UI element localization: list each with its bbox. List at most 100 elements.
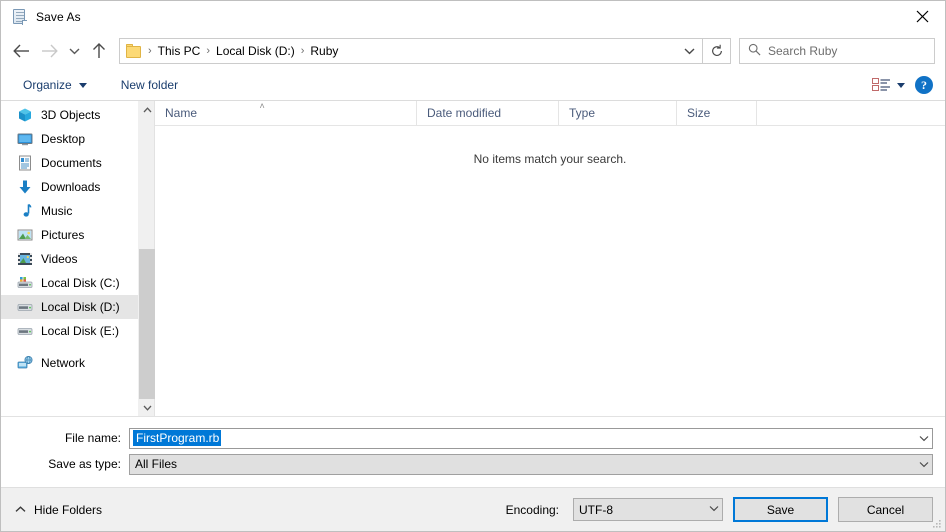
sidebar-item-3d-objects[interactable]: 3D Objects: [1, 103, 138, 127]
file-name-input[interactable]: FirstProgram.rb: [129, 427, 933, 449]
main-area: 3D Objects Desktop Documents Downloads M…: [1, 100, 945, 416]
address-bar[interactable]: › This PC › Local Disk (D:) › Ruby: [119, 38, 703, 64]
breadcrumb-separator-2: ›: [300, 45, 305, 57]
sidebar-item-local-disk-e[interactable]: Local Disk (E:): [1, 319, 138, 343]
file-name-label: File name:: [64, 431, 121, 445]
file-name-value: FirstProgram.rb: [133, 430, 222, 446]
back-button[interactable]: [7, 36, 35, 66]
close-button[interactable]: [899, 1, 945, 32]
sidebar-item-videos[interactable]: Videos: [1, 247, 138, 271]
refresh-icon: [711, 44, 722, 56]
column-header-name[interactable]: ˄ Name: [155, 100, 417, 126]
recent-locations-button[interactable]: [63, 36, 85, 66]
title-bar: Save As: [1, 1, 945, 32]
column-header-size[interactable]: Size: [677, 100, 757, 126]
sidebar-item-label: Downloads: [41, 180, 101, 194]
scrollbar-thumb[interactable]: [139, 249, 155, 399]
pictures-icon: [17, 227, 33, 243]
encoding-label: Encoding:: [505, 502, 559, 517]
chevron-up-icon: [15, 506, 26, 512]
list-view-icon: [872, 78, 890, 91]
toolbar-right-group: ?: [872, 70, 933, 100]
file-name-dropdown-button[interactable]: [915, 429, 932, 448]
view-options-button[interactable]: [872, 78, 905, 92]
file-list-pane: ˄ Name Date modified Type Size No items …: [155, 100, 945, 416]
organize-button[interactable]: Organize: [15, 75, 95, 95]
breadcrumb-separator-0: ›: [148, 45, 152, 57]
music-icon: [17, 203, 33, 219]
sidebar-item-desktop[interactable]: Desktop: [1, 127, 138, 151]
breadcrumb-item-this-pc[interactable]: This PC: [154, 43, 205, 59]
sidebar-item-label: 3D Objects: [41, 108, 101, 122]
search-input[interactable]: Search Ruby: [739, 38, 935, 64]
scroll-up-button[interactable]: [139, 101, 155, 118]
chevron-down-icon: [919, 461, 928, 467]
encoding-dropdown-button[interactable]: [705, 499, 722, 518]
save-as-type-dropdown-button[interactable]: [915, 455, 932, 474]
help-icon: ?: [921, 77, 927, 92]
column-header-filler: [757, 101, 945, 126]
column-label: Date modified: [427, 106, 502, 120]
column-label: Type: [569, 106, 596, 120]
command-toolbar: Organize New folder ?: [1, 70, 945, 100]
column-label: Name: [165, 106, 198, 120]
sidebar-item-music[interactable]: Music: [1, 199, 138, 223]
hide-folders-label: Hide Folders: [34, 502, 103, 517]
save-button[interactable]: Save: [733, 497, 828, 522]
cancel-button[interactable]: Cancel: [838, 497, 933, 522]
navigation-pane: 3D Objects Desktop Documents Downloads M…: [1, 101, 138, 416]
address-dropdown-button[interactable]: [676, 39, 702, 63]
sidebar-item-label: Music: [41, 204, 73, 218]
search-icon: [748, 43, 761, 59]
chevron-down-icon: [897, 82, 905, 88]
documents-icon: [17, 155, 33, 171]
save-as-type-select[interactable]: All Files: [129, 453, 933, 475]
sidebar-item-label: Pictures: [41, 228, 85, 242]
sidebar-item-local-disk-d[interactable]: Local Disk (D:): [1, 295, 138, 319]
scroll-down-button[interactable]: [139, 399, 155, 416]
sidebar-item-label: Videos: [41, 252, 78, 266]
cancel-label: Cancel: [866, 502, 905, 517]
folder-icon: [126, 44, 143, 58]
column-label: Size: [687, 106, 711, 120]
sidebar-item-local-disk-c[interactable]: Local Disk (C:): [1, 271, 138, 295]
help-button[interactable]: ?: [915, 76, 933, 94]
breadcrumb-separator-1: ›: [206, 45, 211, 57]
chevron-down-icon: [78, 82, 87, 88]
videos-icon: [17, 251, 33, 267]
forward-arrow-icon: [41, 44, 58, 58]
sidebar-scrollbar[interactable]: [138, 101, 155, 416]
save-as-type-value: All Files: [135, 457, 178, 471]
drive-icon: [17, 299, 33, 315]
sidebar-item-downloads[interactable]: Downloads: [1, 175, 138, 199]
window-title: Save As: [36, 9, 81, 24]
sort-ascending-icon: ˄: [259, 100, 265, 111]
forward-button[interactable]: [35, 36, 63, 66]
breadcrumb: › This PC › Local Disk (D:) › Ruby: [120, 43, 676, 59]
navigation-bar: › This PC › Local Disk (D:) › Ruby Searc…: [1, 32, 945, 70]
system-drive-icon: [17, 275, 33, 291]
sidebar-item-documents[interactable]: Documents: [1, 151, 138, 175]
save-as-type-label: Save as type:: [48, 457, 121, 471]
new-folder-button[interactable]: New folder: [113, 75, 186, 95]
encoding-select[interactable]: UTF-8: [573, 498, 723, 521]
close-icon: [916, 10, 928, 23]
footer-actions: Encoding: UTF-8 Save Cancel: [506, 497, 933, 522]
breadcrumb-item-ruby[interactable]: Ruby: [306, 43, 342, 59]
desktop-icon: [17, 131, 33, 147]
up-button[interactable]: [85, 36, 113, 66]
column-headers: ˄ Name Date modified Type Size: [155, 100, 945, 126]
hide-folders-button[interactable]: Hide Folders: [15, 503, 102, 517]
file-name-row: File name: FirstProgram.rb: [13, 427, 933, 449]
sidebar-item-label: Local Disk (C:): [41, 276, 120, 290]
sidebar-item-network[interactable]: Network: [1, 351, 138, 375]
sidebar-item-label: Local Disk (D:): [41, 300, 120, 314]
column-header-type[interactable]: Type: [559, 100, 677, 126]
breadcrumb-item-local-disk-d[interactable]: Local Disk (D:): [212, 43, 299, 59]
resize-grip-icon[interactable]: [932, 519, 942, 529]
column-header-date-modified[interactable]: Date modified: [417, 100, 559, 126]
sidebar-item-pictures[interactable]: Pictures: [1, 223, 138, 247]
up-arrow-icon: [93, 43, 105, 58]
save-form: File name: FirstProgram.rb Save as type:…: [1, 416, 945, 487]
refresh-button[interactable]: [703, 38, 731, 64]
